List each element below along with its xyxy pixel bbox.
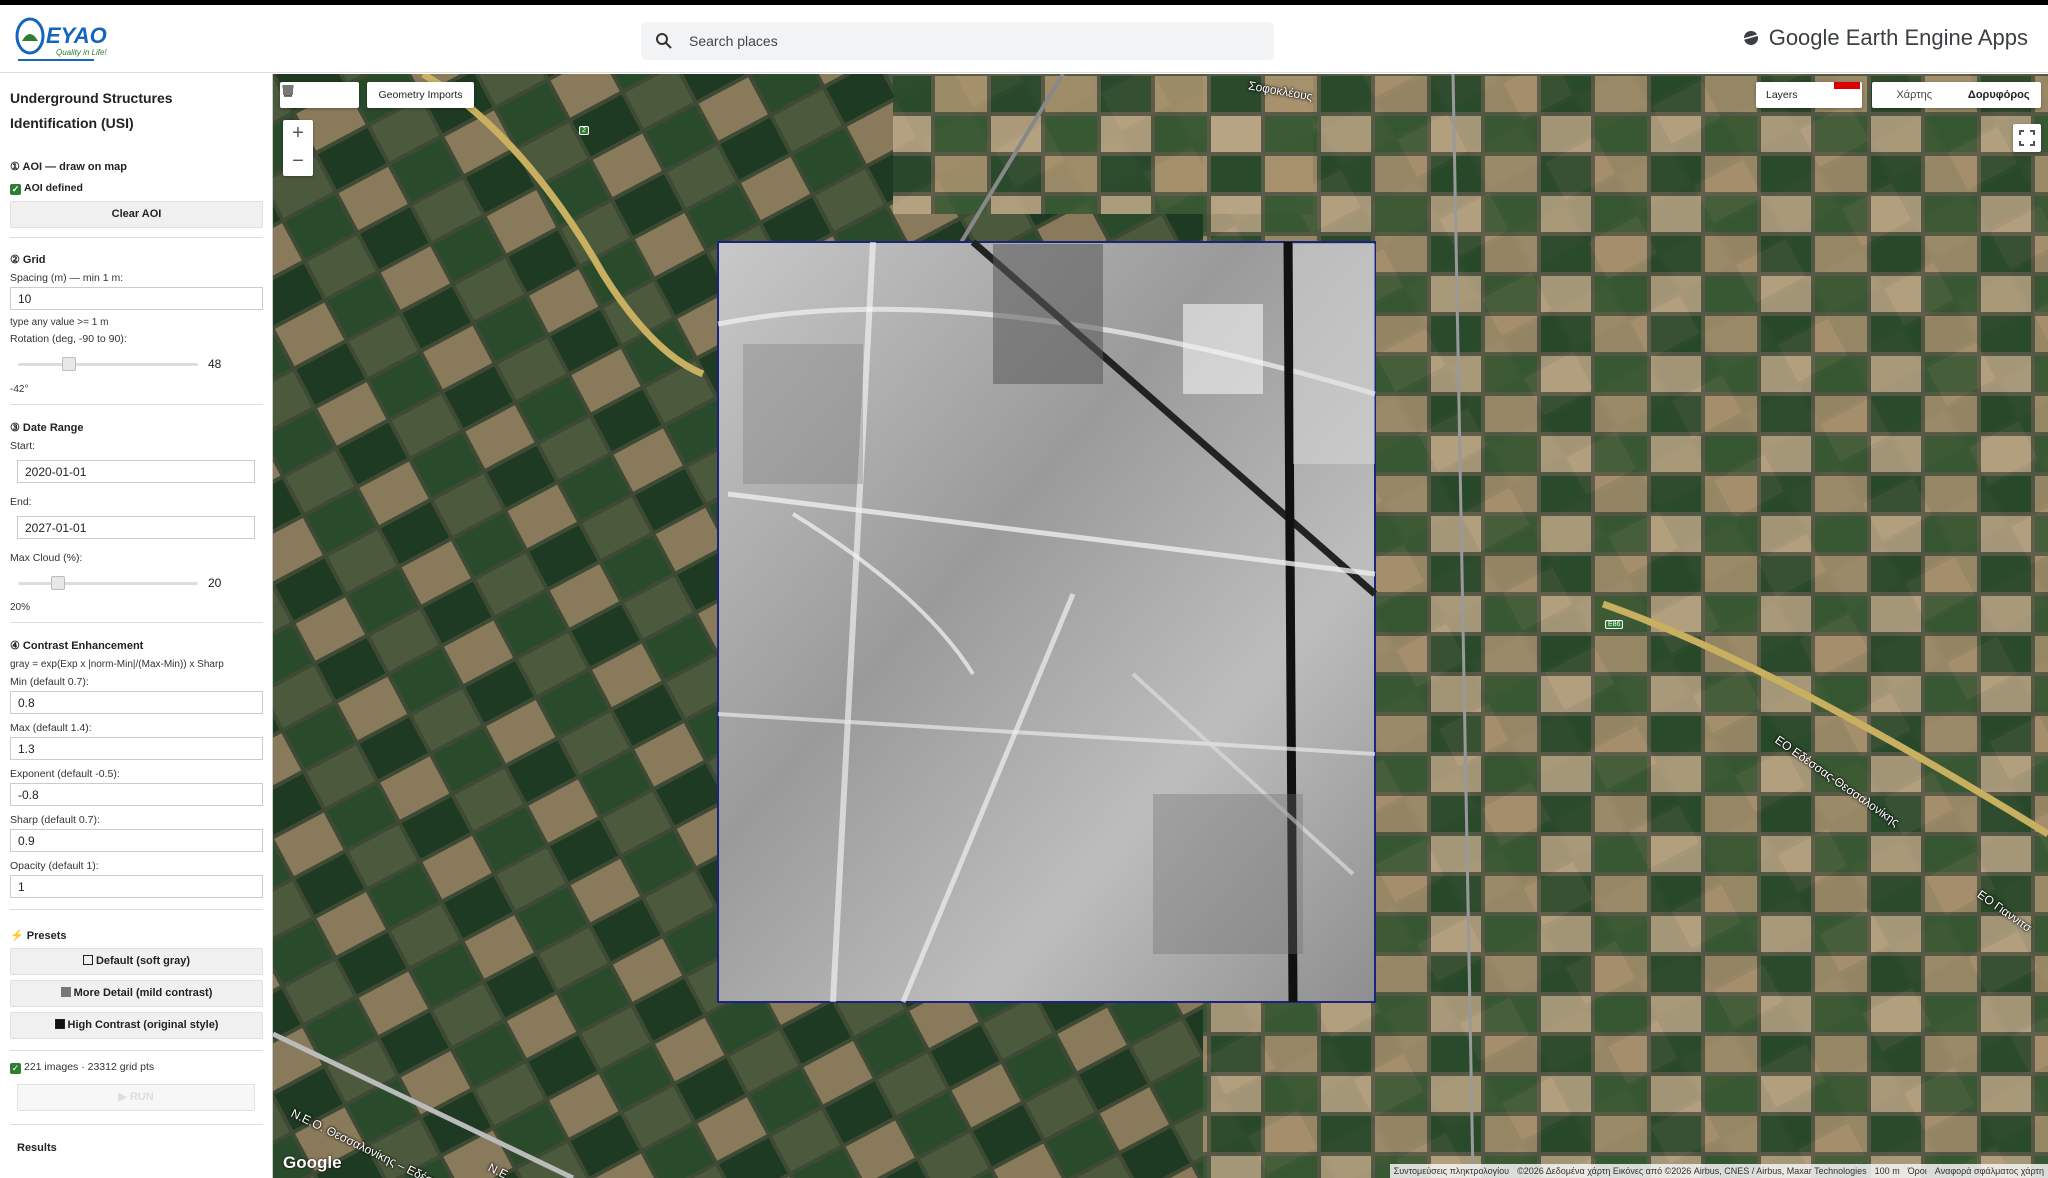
exponent-label: Exponent (default -0.5): [10, 768, 120, 780]
preset-high-label: High Contrast (original style) [67, 1019, 219, 1031]
report-error-link[interactable]: Αναφορά σφάλματος χάρτη [1935, 1166, 2044, 1176]
road-shield: E86 [1605, 620, 1624, 629]
preset-high-swatch-icon [54, 1019, 65, 1029]
section-grid-title: ② Grid [10, 254, 46, 266]
cloud-slider[interactable] [18, 582, 198, 585]
contrast-formula: gray = exp(Exp x |norm-Min|/(Max-Min)) x… [10, 659, 224, 670]
presets-title-text: Presets [26, 930, 67, 942]
end-label: End: [10, 496, 32, 508]
divider [10, 1124, 263, 1125]
zoom-out-button[interactable]: − [283, 148, 313, 176]
preset-default-label: Default (soft gray) [95, 955, 191, 967]
rotation-label: Rotation (deg, -90 to 90): [10, 333, 127, 345]
gee-apps-label: Google Earth Engine Apps [1768, 25, 2028, 50]
search-icon [656, 33, 672, 49]
preset-default-swatch-icon [82, 955, 93, 965]
scale-bar[interactable]: 100 m [1875, 1166, 1900, 1176]
app-window: EYAO Quality in Life! Google Earth Engin… [0, 0, 2048, 1178]
section-presets-title: ⚡ Presets [10, 929, 67, 942]
eyao-logo: EYAO Quality in Life! [14, 15, 124, 65]
polygon-draw-icon[interactable] [280, 82, 296, 98]
section-date-title: ③ Date Range [10, 422, 84, 434]
layer-indicator [1834, 82, 1860, 89]
usi-overlay [717, 239, 1378, 1003]
preset-detail-button[interactable]: More Detail (mild contrast) [10, 980, 263, 1007]
search-input[interactable] [689, 22, 1259, 60]
map-type-toggle: Χάρτης Δορυφόρος [1872, 82, 2041, 108]
max-label: Max (default 1.4): [10, 722, 92, 734]
geometry-imports-button[interactable]: Geometry Imports [367, 82, 474, 108]
check-icon: ✓ [10, 1063, 21, 1074]
status-line: ✓ 221 images · 23312 grid pts [10, 1061, 154, 1074]
lightning-icon: ⚡ [10, 930, 24, 942]
divider [10, 622, 263, 623]
cloud-slider-handle[interactable] [51, 576, 65, 590]
divider [10, 909, 263, 910]
cloud-label: Max Cloud (%): [10, 552, 83, 564]
spacing-label: Spacing (m) — min 1 m: [10, 272, 124, 284]
fullscreen-button[interactable] [2013, 124, 2041, 152]
sidebar-panel: Underground Structures Identification (U… [0, 74, 273, 1178]
section-aoi-title: ① AOI — draw on map [10, 161, 128, 173]
google-logo: Google [283, 1153, 342, 1172]
logo-tagline: Quality in Life! [56, 48, 107, 57]
max-input[interactable] [10, 737, 263, 760]
earth-engine-icon [1743, 31, 1758, 45]
map-attribution: Συντομεύσεις πληκτρολογίου ©2026 Δεδομέν… [1389, 1164, 2048, 1178]
aoi-status-text: AOI defined [24, 182, 83, 194]
gee-apps-brand[interactable]: Google Earth Engine Apps [1741, 25, 2028, 51]
layers-label: Layers [1766, 89, 1798, 101]
start-date-input[interactable] [17, 460, 255, 483]
run-button[interactable]: ▶ RUN [17, 1084, 255, 1111]
end-date-input[interactable] [17, 516, 255, 539]
cloud-readout: 20% [10, 602, 31, 613]
sharp-label: Sharp (default 0.7): [10, 814, 100, 826]
results-title: Results [17, 1142, 57, 1154]
sharp-input[interactable] [10, 829, 263, 852]
rotation-slider[interactable] [18, 363, 198, 366]
divider [10, 404, 263, 405]
zoom-in-button[interactable]: + [283, 120, 313, 148]
aoi-status: ✓ AOI defined [10, 182, 83, 195]
app-title-line1: Underground Structures [10, 90, 173, 106]
map-type-map-button[interactable]: Χάρτης [1872, 82, 1957, 108]
min-input[interactable] [10, 691, 263, 714]
rotation-slider-value: 48 [208, 357, 222, 371]
terms-link[interactable]: Όροι [1908, 1166, 1927, 1176]
map-type-satellite-button[interactable]: Δορυφόρος [1957, 82, 2042, 108]
exponent-input[interactable] [10, 783, 263, 806]
layers-button[interactable]: Layers [1756, 82, 1862, 108]
header: EYAO Quality in Life! Google Earth Engin… [0, 5, 2048, 73]
drawing-tools [280, 82, 359, 108]
keyboard-shortcuts-link[interactable]: Συντομεύσεις πληκτρολογίου [1394, 1166, 1509, 1176]
preset-detail-swatch-icon [60, 987, 71, 997]
start-label: Start: [10, 440, 36, 452]
spacing-input[interactable] [10, 287, 263, 310]
logo-wordmark: EYAO [46, 23, 107, 48]
search-box[interactable] [641, 22, 1274, 60]
section-contrast-title: ④ Contrast Enhancement [10, 640, 144, 652]
map-canvas[interactable]: Σοφοκλέους ΕΟ Εδέσσας-Θεσσαλονίκης ΕΟ Γι… [273, 74, 2048, 1178]
divider [10, 237, 263, 238]
check-icon: ✓ [10, 184, 21, 195]
road-shield: 2 [579, 126, 589, 135]
preset-default-button[interactable]: Default (soft gray) [10, 948, 263, 975]
divider [10, 1050, 263, 1051]
app-title-line2: Identification (USI) [10, 115, 134, 131]
spacing-hint: type any value >= 1 m [10, 317, 109, 328]
map-data-credit: ©2026 Δεδομένα χάρτη Εικόνες από ©2026 A… [1517, 1166, 1867, 1176]
zoom-controls: + − [283, 120, 313, 176]
preset-detail-label: More Detail (mild contrast) [73, 987, 213, 999]
rotation-readout: -42° [10, 384, 29, 395]
rotation-slider-handle[interactable] [62, 357, 76, 371]
min-label: Min (default 0.7): [10, 676, 89, 688]
clear-aoi-button[interactable]: Clear AOI [10, 201, 263, 228]
satellite-imagery [273, 74, 2048, 1178]
status-line-text: 221 images · 23312 grid pts [24, 1061, 155, 1073]
fullscreen-icon [2019, 130, 2035, 146]
cloud-slider-value: 20 [208, 576, 222, 590]
opacity-label: Opacity (default 1): [10, 860, 99, 872]
preset-high-button[interactable]: High Contrast (original style) [10, 1012, 263, 1039]
opacity-input[interactable] [10, 875, 263, 898]
